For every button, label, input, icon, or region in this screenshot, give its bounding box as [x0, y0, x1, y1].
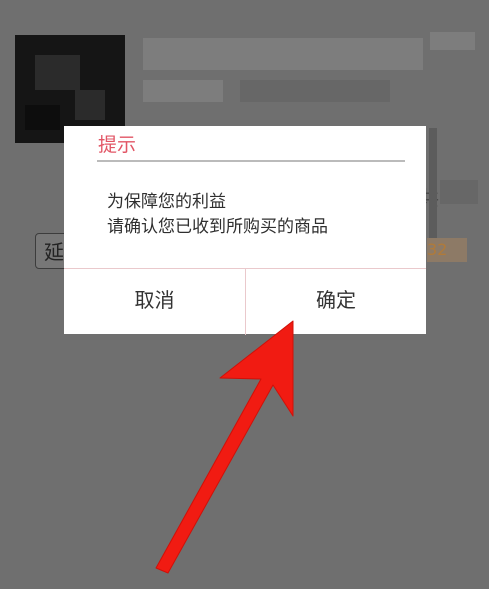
title-divider — [97, 160, 405, 162]
product-subtitle-blur — [143, 80, 223, 102]
confirm-receipt-partial[interactable]: 32 — [427, 238, 467, 262]
total-blur — [440, 180, 478, 204]
confirm-receipt-partial-text: 32 — [427, 240, 448, 259]
dialog-message-line-1: 为保障您的利益 — [107, 192, 226, 212]
dialog-message-line-2: 请确认您已收到所购买的商品 — [107, 217, 328, 237]
dialog-message: 为保障您的利益 请确认您已收到所购买的商品 — [107, 190, 328, 240]
product-title-blur — [143, 38, 423, 70]
extend-receipt-label: 延 — [44, 240, 64, 264]
cancel-button[interactable]: 取消 — [64, 269, 245, 335]
dialog-title: 提示 — [98, 134, 137, 156]
price-blur — [430, 32, 475, 50]
confirm-button[interactable]: 确定 — [246, 269, 426, 335]
dialog-button-row: 取消 确定 — [64, 268, 426, 335]
list-divider — [429, 128, 437, 243]
product-spec-blur — [240, 80, 390, 102]
confirm-dialog: 提示 为保障您的利益 请确认您已收到所购买的商品 取消 确定 — [64, 126, 426, 335]
